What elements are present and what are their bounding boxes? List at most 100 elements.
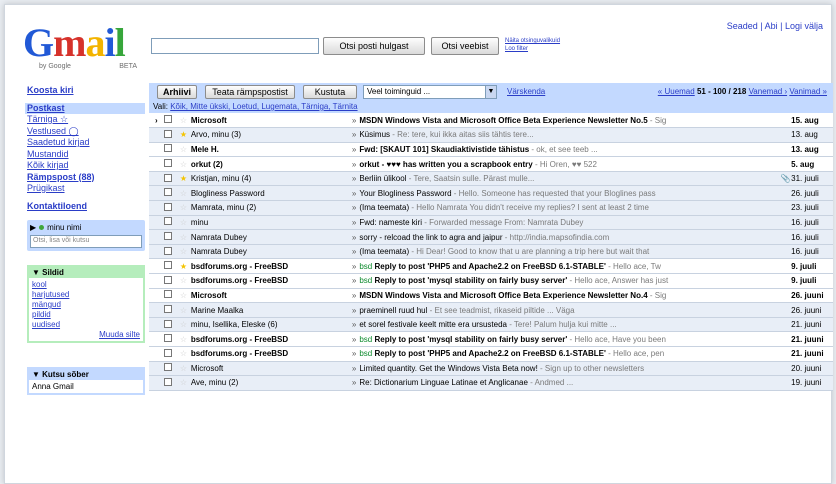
email-snippet[interactable]: - http://india.mapsofindia.com — [503, 233, 610, 242]
email-date[interactable]: 15. aug — [791, 113, 833, 128]
email-row[interactable]: ☆ minu» Fwd: nameste kiri - Forwarded mess… — [149, 215, 833, 230]
star-icon[interactable]: ☆ — [176, 303, 191, 318]
row-checkbox[interactable] — [163, 142, 177, 157]
email-subject[interactable]: orkut - ♥♥♥ has written you a scrapbook … — [359, 160, 532, 169]
star-icon[interactable]: ☆ — [176, 288, 191, 303]
archive-button[interactable]: Arhiivi — [157, 85, 197, 99]
more-actions-select[interactable]: Veel toiminguid ... ▼ — [363, 85, 497, 99]
star-icon[interactable]: ☆ — [176, 376, 191, 391]
row-checkbox[interactable] — [163, 128, 177, 143]
email-sender[interactable]: bsdforums.org - FreeBSD — [191, 259, 352, 274]
label-item[interactable]: harjutused — [32, 290, 140, 300]
email-label[interactable]: bsd — [359, 335, 372, 344]
email-subject-cell[interactable]: » bsd Reply to post 'PHP5 and Apache2.2 o… — [352, 347, 781, 362]
email-row[interactable]: ★ Arvo, minu (3)» Küsimus - Re: tere, kui … — [149, 128, 833, 143]
email-snippet[interactable]: - Hi Oren, ♥♥ 522 — [533, 160, 597, 169]
row-checkbox[interactable] — [163, 376, 177, 391]
label-item[interactable]: uudised — [32, 320, 140, 330]
email-row[interactable]: ☆ Namrata Dubey» sorry - relcoad the link … — [149, 230, 833, 245]
email-subject-cell[interactable]: » Your Blogliness Password - Hello. Someo… — [352, 186, 781, 201]
email-row[interactable]: › ☆ Microsoft» MSDN Windows Vista and Micro… — [149, 113, 833, 128]
email-subject-cell[interactable]: » bsd Reply to post 'PHP5 and Apache2.2 o… — [352, 259, 781, 274]
email-subject[interactable]: Your Blogliness Password — [359, 189, 451, 198]
email-subject-cell[interactable]: » MSDN Windows Vista and Microsoft Office… — [352, 113, 781, 128]
older-link[interactable]: Vanemad › — [749, 87, 788, 96]
email-snippet[interactable]: - Hello ace, pen — [606, 349, 664, 358]
star-icon[interactable]: ☆ — [176, 157, 191, 172]
email-row[interactable]: ★ bsdforums.org - FreeBSD» bsd Reply to po… — [149, 258, 833, 274]
email-subject[interactable]: praeminell ruud hul — [359, 306, 427, 315]
email-date[interactable]: 9. juuli — [791, 259, 833, 274]
label-item[interactable]: pildid — [32, 310, 140, 320]
email-date[interactable]: 26. juuni — [791, 303, 833, 318]
email-date[interactable]: 19. juuni — [791, 376, 833, 391]
email-subject-cell[interactable]: » orkut - ♥♥♥ has written you a scrapbook… — [352, 157, 781, 172]
email-subject-cell[interactable]: » praeminell ruud hul - Et see teadmist, … — [352, 303, 781, 318]
labels-header[interactable]: ▼ Sildid — [29, 267, 143, 278]
email-date[interactable]: 16. juuli — [791, 244, 833, 259]
email-date[interactable]: 21. juuni — [791, 332, 833, 347]
star-icon[interactable]: ★ — [176, 259, 191, 274]
email-subject[interactable]: Reply to post 'mysql stability on fairly… — [374, 276, 567, 285]
email-sender[interactable]: bsdforums.org - FreeBSD — [191, 332, 352, 347]
email-subject[interactable]: Reply to post 'PHP5 and Apache2.2 on Fre… — [374, 262, 605, 271]
email-sender[interactable]: minu, Isellika, Eleske (6) — [191, 317, 352, 332]
email-snippet[interactable]: - ok, et see teeb ... — [529, 145, 597, 154]
email-subject-cell[interactable]: » et sorel festivale keelt mitte era ursu… — [352, 317, 781, 332]
chat-status-name[interactable]: minu nimi — [47, 223, 81, 232]
email-subject[interactable]: MSDN Windows Vista and Microsoft Office … — [359, 116, 647, 125]
sidebar-item-spam[interactable]: Rämpspost (88) — [27, 172, 145, 184]
star-icon[interactable]: ☆ — [176, 230, 191, 245]
email-subject[interactable]: Fwd: nameste kiri — [359, 218, 422, 227]
label-item[interactable]: mängud — [32, 300, 140, 310]
email-snippet[interactable]: - Hi Dear! Good to know that u are plann… — [409, 247, 649, 256]
email-snippet[interactable]: - Hello ace, Tw — [606, 262, 661, 271]
search-mail-button[interactable]: Otsi posti hulgast — [323, 37, 425, 55]
email-label[interactable]: bsd — [359, 349, 372, 358]
email-row[interactable]: ☆ Mele H.» Fwd: [SKAUT 101] Skaudiaktivist… — [149, 142, 833, 157]
email-sender[interactable]: Microsoft — [191, 288, 352, 303]
email-row[interactable]: ☆ Microsoft» Limited quantity. Get the Win… — [149, 361, 833, 376]
online-status-icon[interactable] — [39, 225, 45, 230]
email-date[interactable]: 26. juuni — [791, 288, 833, 303]
email-subject-cell[interactable]: » Re: Dictionarium Linguae Latinae et Ang… — [352, 376, 781, 391]
compose-link[interactable]: Koosta kiri — [27, 85, 145, 97]
email-snippet[interactable]: - Hello. Someone has requested that your… — [452, 189, 656, 198]
email-subject[interactable]: Reply to post 'PHP5 and Apache2.2 on Fre… — [374, 349, 605, 358]
star-icon[interactable]: ☆ — [176, 186, 191, 201]
select-links[interactable]: Kõik, Mitte ükski, Loetud, Lugemata, Tär… — [170, 102, 357, 111]
email-sender[interactable]: Kristjan, minu (4) — [191, 171, 352, 186]
sidebar-item-inbox[interactable]: Postkast — [25, 102, 145, 114]
refresh-link[interactable]: Värskenda — [507, 87, 545, 96]
email-subject[interactable]: Re: Dictionarium Linguae Latinae et Angl… — [359, 378, 528, 387]
row-checkbox[interactable] — [163, 259, 177, 274]
row-checkbox[interactable] — [163, 186, 177, 201]
email-row[interactable]: ☆ Namrata Dubey» (Ima teemata) - Hi Dear! … — [149, 244, 833, 259]
row-checkbox[interactable] — [163, 230, 177, 245]
email-snippet[interactable]: - Sig — [648, 291, 666, 300]
search-input[interactable] — [151, 38, 319, 54]
row-checkbox[interactable] — [163, 317, 177, 332]
email-row[interactable]: ☆ minu, Isellika, Eleske (6)» et sorel fes… — [149, 317, 833, 332]
star-icon[interactable]: ★ — [176, 171, 191, 186]
search-web-button[interactable]: Otsi veebist — [431, 37, 499, 55]
email-row[interactable]: ☆ bsdforums.org - FreeBSD» bsd Reply to po… — [149, 346, 833, 362]
star-icon[interactable]: ☆ — [176, 317, 191, 332]
email-subject-cell[interactable]: » bsd Reply to post 'mysql stability on f… — [352, 274, 781, 289]
email-snippet[interactable]: - Andmed ... — [528, 378, 573, 387]
invite-header[interactable]: ▼ Kutsu sõber — [29, 369, 143, 380]
email-row[interactable]: ☆ bsdforums.org - FreeBSD» bsd Reply to po… — [149, 331, 833, 347]
email-subject[interactable]: Limited quantity. Get the Windows Vista … — [359, 364, 537, 373]
email-subject[interactable]: et sorel festivale keelt mitte era ursus… — [359, 320, 507, 329]
email-sender[interactable]: Namrata Dubey — [191, 230, 352, 245]
email-snippet[interactable]: - Et see teadmist, rikaseid piltide ... … — [427, 306, 575, 315]
report-spam-button[interactable]: Teata rämpspostist — [205, 85, 295, 99]
sidebar-item-sent[interactable]: Saadetud kirjad — [27, 137, 145, 149]
gmail-logo[interactable]: Gmail by Google BETA — [23, 23, 141, 75]
email-subject-cell[interactable]: » Fwd: nameste kiri - Forwarded message F… — [352, 215, 781, 230]
sidebar-item-chats[interactable]: Vestlused ◯ — [27, 126, 145, 138]
dropdown-arrow-icon[interactable]: ▼ — [485, 86, 496, 98]
create-filter-link[interactable]: Loo filter — [505, 45, 560, 53]
email-subject[interactable]: MSDN Windows Vista and Microsoft Office … — [359, 291, 647, 300]
email-subject[interactable]: (Ima teemata) — [359, 203, 409, 212]
